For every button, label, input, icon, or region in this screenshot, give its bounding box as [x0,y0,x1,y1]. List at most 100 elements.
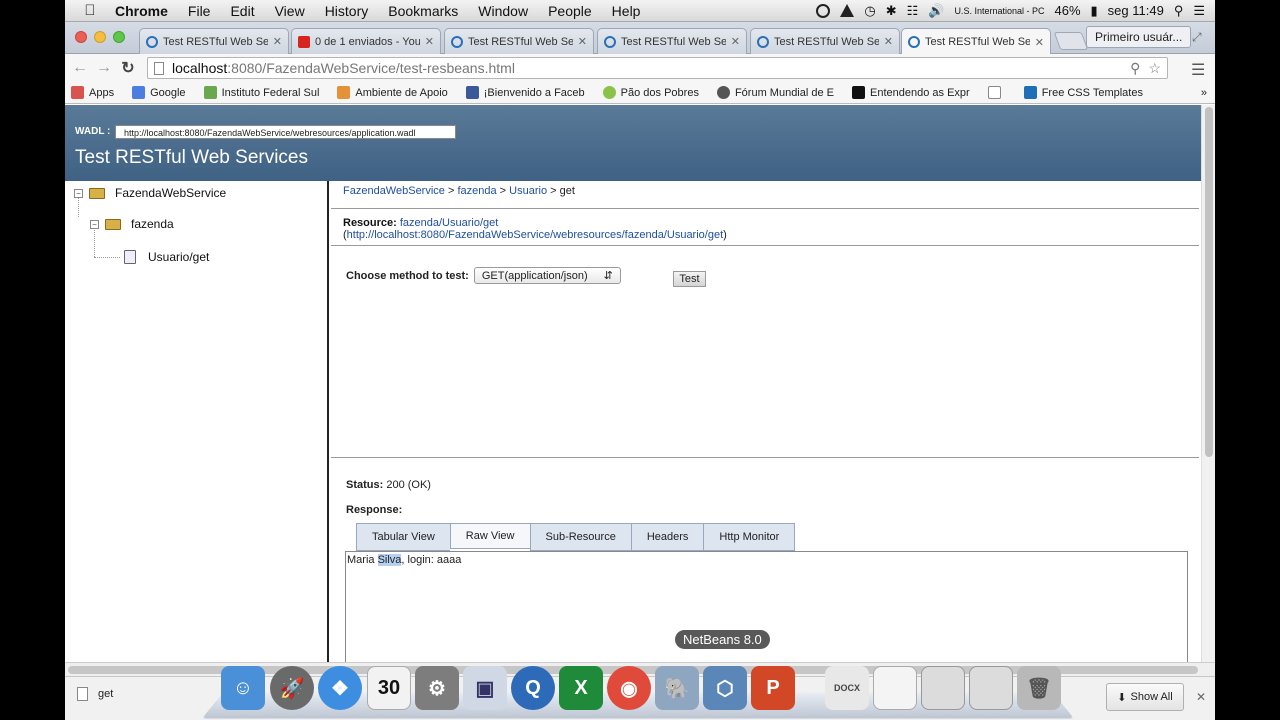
docx-file-icon[interactable]: DOCX [825,666,869,710]
bookmark-pao-dos-pobres[interactable]: Pão dos Pobres [602,86,699,99]
quicktime-icon[interactable]: Q [511,666,555,710]
menu-view[interactable]: View [265,3,315,19]
wadl-url-field[interactable]: http://localhost:8080/FazendaWebService/… [115,125,456,139]
tab-5[interactable]: Test RESTful Web Serv ✕ [750,28,900,54]
clock[interactable]: seg 11:49 [1108,3,1164,18]
tab-strip: Test RESTful Web Serv ✕ 0 de 1 enviados … [65,22,1215,55]
calendar-icon[interactable]: 30 [367,666,411,710]
tab-headers[interactable]: Headers [630,523,704,551]
safari-icon[interactable]: ❖ [318,666,362,710]
download-item[interactable]: get [77,687,113,701]
close-window-button[interactable] [75,31,87,43]
resource-full-url-link[interactable]: http://localhost:8080/FazendaWebService/… [347,229,723,241]
window-thumbnail-2-icon[interactable] [969,666,1013,710]
tab-1[interactable]: Test RESTful Web Serv ✕ [139,28,289,54]
tab-raw-view[interactable]: Raw View [449,523,530,549]
show-all-button[interactable]: ⬇ Show All [1106,683,1184,711]
menu-window[interactable]: Window [468,3,538,19]
back-button[interactable]: ← [68,59,92,77]
window-thumbnail-icon[interactable] [921,666,965,710]
time-machine-icon[interactable]: ◷ [864,3,875,19]
menu-bookmarks[interactable]: Bookmarks [378,3,468,19]
test-button[interactable]: Test [673,271,706,287]
system-preferences-icon[interactable]: ⚙ [415,666,459,710]
tree-node-label: fazenda [131,217,174,231]
scroll-thumb[interactable] [1205,107,1213,457]
chrome-icon[interactable]: ◉ [607,666,651,710]
bookmark-instituto-federal[interactable]: Instituto Federal Sul [203,86,319,99]
tree-node-root[interactable]: − FazendaWebService [74,186,226,200]
menu-file[interactable]: File [178,3,221,19]
bookmark-apps[interactable]: Apps [71,86,114,99]
bookmark-star-icon[interactable]: ☆ [1148,60,1161,77]
drive-icon[interactable] [840,4,855,17]
minimize-window-button[interactable] [94,31,106,43]
trash-icon[interactable]: 🗑 [1017,666,1061,710]
breadcrumb-usuario[interactable]: Usuario [509,185,547,197]
close-icon[interactable]: ✕ [884,35,893,48]
notification-center-icon[interactable]: ☰ [1193,3,1205,19]
tree-node-usuario-get[interactable]: Usuario/get [124,250,209,264]
collapse-icon[interactable]: − [90,219,99,229]
menu-history[interactable]: History [315,3,379,19]
menu-help[interactable]: Help [602,3,651,19]
bookmark-facebook[interactable]: ¡Bienvenido a Faceb [465,86,585,99]
breadcrumb-fazenda[interactable]: fazenda [457,185,496,197]
new-tab-button[interactable] [1053,32,1089,50]
menu-chrome[interactable]: Chrome [105,3,178,19]
record-icon[interactable] [816,3,831,18]
finder-icon[interactable]: ☺ [221,666,265,710]
bluetooth-icon[interactable]: ✱ [886,3,897,19]
bookmark-ambiente-apoio[interactable]: Ambiente de Apoio [337,86,448,99]
more-bookmarks-icon[interactable]: » [1201,87,1207,99]
resource-path-link[interactable]: fazenda/Usuario/get [400,217,498,229]
keyboard-input-label[interactable]: U.S. International - PC [954,6,1044,16]
vertical-scrollbar[interactable] [1201,105,1215,662]
tab-4[interactable]: Test RESTful Web Serv ✕ [597,28,747,54]
bookmark-blank[interactable] [987,86,1006,99]
close-icon[interactable]: ✕ [578,35,587,48]
volume-icon[interactable]: 🔊 [928,3,944,19]
bookmark-free-css[interactable]: Free CSS Templates [1023,86,1143,99]
tab-3[interactable]: Test RESTful Web Serv ✕ [444,28,594,54]
close-icon[interactable]: ✕ [731,35,740,48]
profile-button[interactable]: Primeiro usuár... [1086,26,1192,48]
tab-tabular-view[interactable]: Tabular View [356,523,450,551]
forward-button[interactable]: → [92,59,116,77]
wifi-icon[interactable]: ☷ [907,3,919,19]
launchpad-icon[interactable]: 🚀 [270,666,314,710]
reload-button[interactable]: ↻ [116,58,140,78]
menu-people[interactable]: People [538,3,602,19]
close-icon[interactable]: ✕ [273,35,282,48]
address-bar[interactable]: localhost:8080/FazendaWebService/test-re… [147,57,1168,79]
blank-file-icon[interactable] [873,666,917,710]
bookmark-entendendo[interactable]: Entendendo as Expr [852,86,970,99]
zoom-window-button[interactable] [113,31,125,43]
tab-sub-resource[interactable]: Sub-Resource [529,523,631,551]
tree-node-fazenda[interactable]: − fazenda [90,217,174,231]
fullscreen-icon[interactable]: ⤢ [1192,30,1202,45]
breadcrumb-root[interactable]: FazendaWebService [343,185,445,197]
apple-menu-icon[interactable]:  [75,2,105,19]
close-icon[interactable]: ✕ [1196,690,1206,704]
battery-icon[interactable]: ▮ [1091,3,1098,19]
battery-percent[interactable]: 46% [1054,3,1080,18]
excel-icon[interactable]: X [559,666,603,710]
powerpoint-icon[interactable]: P [751,666,795,710]
bookmark-google[interactable]: Google [132,86,186,99]
tab-http-monitor[interactable]: Http Monitor [703,523,796,551]
tab-2[interactable]: 0 de 1 enviados - You ✕ [291,28,441,54]
close-icon[interactable]: ✕ [1035,36,1044,49]
preview-icon[interactable]: ▣ [463,666,507,710]
netbeans-icon[interactable]: ⬡ [703,666,747,710]
close-icon[interactable]: ✕ [425,35,434,48]
search-icon[interactable]: ⚲ [1130,60,1140,77]
postgresql-icon[interactable]: 🐘 [655,666,699,710]
collapse-icon[interactable]: − [74,188,83,198]
tab-6-active[interactable]: Test RESTful Web Serv ✕ [901,28,1051,55]
method-select[interactable]: GET(application/json) ⇵ [473,267,621,284]
spotlight-icon[interactable]: ⚲ [1174,3,1184,19]
chrome-menu-icon[interactable]: ☰ [1191,60,1205,80]
menu-edit[interactable]: Edit [220,3,264,19]
bookmark-forum-mundial[interactable]: Fórum Mundial de E [716,86,834,99]
